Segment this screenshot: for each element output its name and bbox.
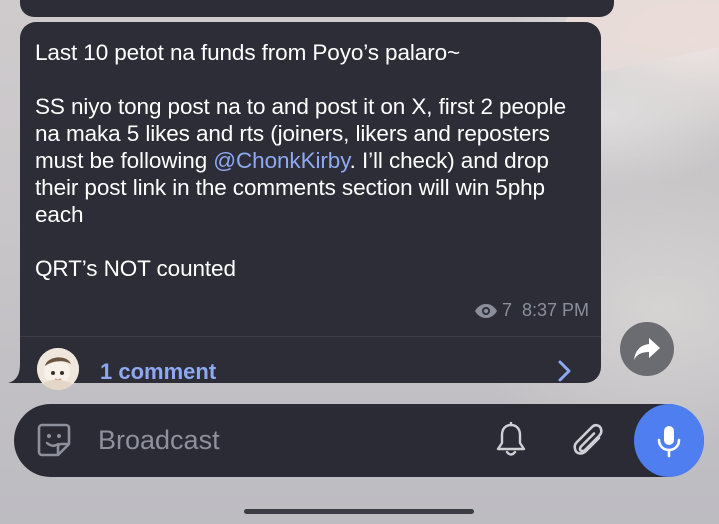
message-first-line: Last 10 petot na funds from Poyo’s palar… — [35, 40, 461, 65]
share-button[interactable] — [620, 322, 674, 376]
paperclip-icon[interactable] — [571, 421, 607, 459]
message-footer-line: QRT’s NOT counted — [35, 256, 236, 281]
broadcast-input[interactable] — [98, 422, 478, 458]
message-meta: 7 8:37 PM — [474, 300, 589, 321]
message-body: SS niyo tong post na to and post it on X… — [35, 93, 591, 228]
microphone-button[interactable] — [634, 404, 704, 477]
bell-icon[interactable] — [495, 422, 527, 458]
message-composer — [14, 404, 704, 477]
comments-button[interactable]: 1 comment — [20, 337, 601, 390]
home-indicator — [244, 509, 474, 514]
message-text: Last 10 petot na funds from Poyo’s palar… — [35, 39, 591, 282]
comment-count-label: 1 comment — [100, 359, 217, 384]
avatar-image — [37, 348, 79, 390]
message-bubble[interactable]: Last 10 petot na funds from Poyo’s palar… — [20, 22, 601, 390]
view-count: 7 — [501, 300, 512, 320]
mention-link[interactable]: @ChonkKirby — [213, 148, 349, 173]
commenter-avatar — [37, 348, 79, 390]
message-time: 8:37 PM — [521, 300, 589, 320]
sticker-icon[interactable] — [36, 422, 72, 458]
previous-message-bubble — [20, 0, 614, 17]
chevron-right-icon — [558, 360, 571, 382]
share-forward-icon — [634, 338, 660, 360]
eye-icon — [474, 303, 497, 318]
microphone-icon — [657, 425, 681, 457]
